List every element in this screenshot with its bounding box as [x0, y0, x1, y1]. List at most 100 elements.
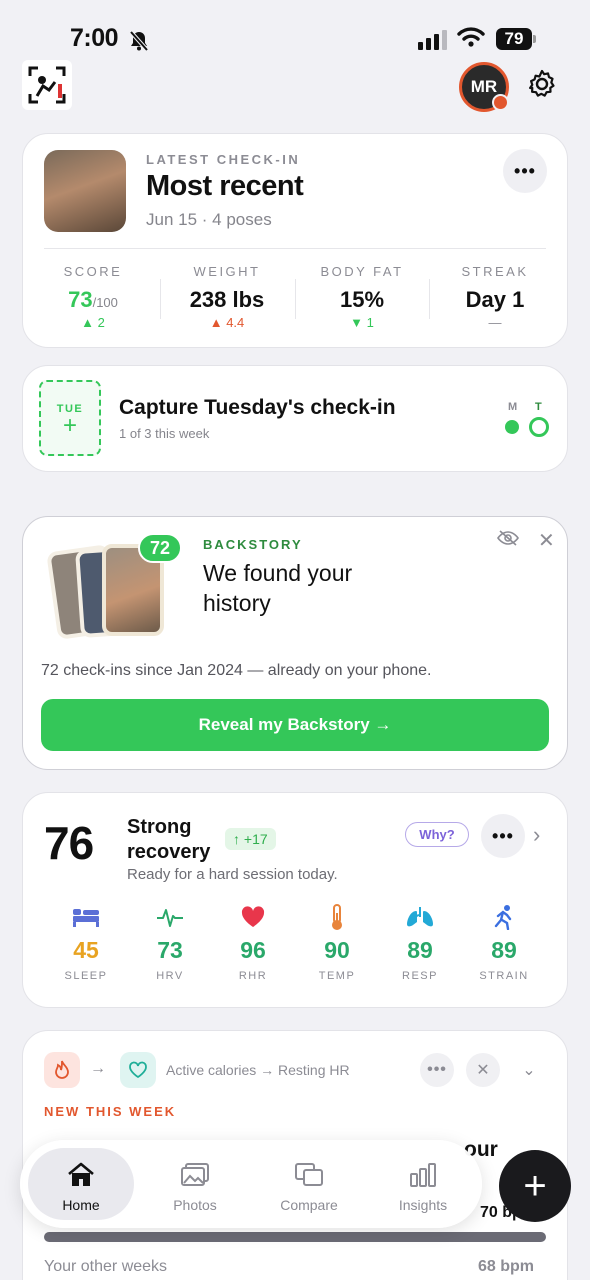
add-checkin-button[interactable]: + [499, 1150, 571, 1222]
latest-checkin-kicker: LATEST CHECK-IN [146, 152, 301, 167]
stat-label: SCORE [63, 264, 123, 279]
correlation-label: Active calories → Resting HR [166, 1062, 350, 1078]
stat-value: 238 lbs [189, 287, 265, 312]
metric-value: 89 [407, 937, 433, 963]
recovery-score: 76 [44, 817, 94, 869]
silent-bell-icon [128, 30, 150, 57]
battery-level: 79 [496, 28, 532, 50]
gear-icon[interactable] [526, 68, 558, 105]
insights-icon [410, 1163, 436, 1187]
chevron-down-icon[interactable]: ⌄ [512, 1053, 546, 1087]
correlation-more-button[interactable]: ••• [420, 1053, 454, 1087]
stat-weight: WEIGHT 238 lbs ▲ 4.4 [160, 264, 294, 330]
lungs-icon [388, 903, 452, 931]
stat-delta: ▲ 2 [81, 315, 105, 330]
metric-label: STRAIN [479, 970, 529, 982]
thermometer-icon [305, 903, 369, 931]
week-day-label: M [508, 401, 518, 413]
dismiss-close-icon[interactable]: ✕ [538, 528, 555, 553]
stat-delta: — [488, 315, 502, 330]
stat-delta: ▼ 1 [350, 315, 374, 330]
capture-subtitle: 1 of 3 this week [119, 426, 210, 441]
latest-checkin-title: Most recent [146, 170, 304, 202]
week-day-label: T [535, 401, 542, 413]
checkin-count-badge: 72 [138, 533, 182, 563]
metric-hrv[interactable]: 73 HRV [138, 903, 202, 982]
hide-eye-icon[interactable] [497, 530, 519, 551]
stat-body-fat: BODY FAT 15% ▼ 1 [295, 264, 429, 330]
plus-icon: + [62, 412, 77, 439]
battery-icon: 79 [496, 28, 536, 50]
card-divider [44, 248, 546, 249]
wifi-icon [457, 26, 485, 53]
correlation-close-button[interactable]: ✕ [466, 1053, 500, 1087]
tab-photos[interactable]: Photos [142, 1148, 248, 1220]
metric-label: RHR [238, 970, 268, 982]
day-current-ring [529, 417, 549, 437]
checkin-photo-thumbnail[interactable] [44, 150, 126, 232]
reveal-backstory-button[interactable]: Reveal my Backstory → [41, 699, 549, 751]
tab-insights[interactable]: Insights [370, 1148, 476, 1220]
recovery-subtitle: Ready for a hard session today. [127, 866, 338, 883]
runner-icon [472, 903, 536, 931]
metric-label: HRV [156, 970, 184, 982]
metric-value: 45 [73, 937, 99, 963]
bed-icon [54, 903, 118, 931]
metric-label: RESP [402, 970, 438, 982]
day-complete-dot [505, 420, 519, 434]
stat-value: 15% [339, 287, 385, 312]
metric-resp[interactable]: 89 RESP [388, 903, 452, 982]
stat-label: BODY FAT [320, 264, 404, 279]
other-weeks-label: Your other weeks [44, 1258, 168, 1275]
stat-delta: ▲ 4.4 [209, 315, 245, 330]
recovery-change-badge: ↑ +17 [225, 828, 276, 850]
status-time: 7:00 [70, 24, 119, 52]
recovery-title: Strong recovery [127, 816, 211, 863]
other-weeks-value: 68 bpm [478, 1258, 535, 1275]
metric-strain[interactable]: 89 STRAIN [472, 903, 536, 982]
metric-label: SLEEP [64, 970, 108, 982]
stat-label: WEIGHT [193, 264, 261, 279]
backstory-description: 72 check-ins since Jan 2024 — already on… [41, 662, 432, 679]
bolt-badge-icon [492, 94, 509, 111]
home-icon [68, 1162, 94, 1186]
recovery-more-button[interactable]: ••• [481, 814, 525, 858]
metric-sleep[interactable]: 45 SLEEP [54, 903, 118, 982]
heart-outline-icon [120, 1052, 156, 1088]
cellular-signal-icon [418, 30, 447, 50]
capture-title: Capture Tuesday's check-in [119, 396, 396, 419]
metric-value: 96 [240, 937, 266, 963]
tab-label: Compare [280, 1197, 338, 1213]
why-button[interactable]: Why? [405, 822, 469, 847]
backstory-kicker: BACKSTORY [203, 537, 303, 552]
stat-value: Day 1 [465, 287, 525, 312]
heart-icon [221, 903, 285, 931]
metric-label: TEMP [318, 970, 356, 982]
metric-value: 90 [324, 937, 350, 963]
stat-score: SCORE 73/100 ▲ 2 [26, 264, 160, 330]
backstory-title: We found your history [203, 560, 353, 616]
latest-more-button[interactable]: ••• [503, 149, 547, 193]
tab-label: Photos [173, 1197, 217, 1213]
tab-home[interactable]: Home [28, 1148, 134, 1220]
metric-value: 73 [157, 937, 183, 963]
latest-checkin-subtitle: Jun 15 · 4 poses [146, 210, 272, 229]
stat-label: STREAK [461, 264, 529, 279]
arrow-right-icon: → [90, 1060, 106, 1077]
metric-temp[interactable]: 90 TEMP [305, 903, 369, 982]
tab-compare[interactable]: Compare [256, 1148, 362, 1220]
stat-value: 73/100 [68, 287, 118, 312]
chevron-right-icon[interactable]: › [533, 822, 540, 848]
flame-icon [44, 1052, 80, 1088]
capture-day-button[interactable]: TUE + [39, 380, 101, 456]
tab-label: Insights [398, 1197, 448, 1213]
stat-streak: STREAK Day 1 — [428, 264, 562, 330]
metric-value: 89 [491, 937, 517, 963]
compare-icon [295, 1163, 323, 1186]
new-this-week-kicker: NEW THIS WEEK [44, 1104, 177, 1119]
photos-icon [181, 1163, 209, 1186]
metric-rhr[interactable]: 96 RHR [221, 903, 285, 982]
pulse-icon [138, 903, 202, 931]
tab-label: Home [62, 1197, 100, 1213]
app-logo-icon[interactable] [22, 60, 72, 110]
